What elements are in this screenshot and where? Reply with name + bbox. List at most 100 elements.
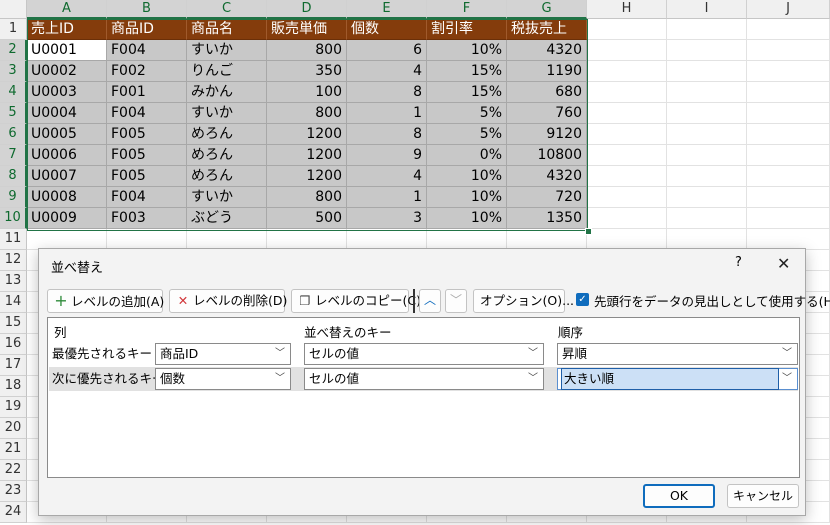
table-cell[interactable]: 15%: [427, 82, 507, 103]
row-header-2[interactable]: 2: [0, 40, 27, 61]
table-cell[interactable]: 4320: [507, 40, 587, 61]
empty-cell[interactable]: [667, 82, 747, 103]
table-cell[interactable]: 15%: [427, 61, 507, 82]
column-header-D[interactable]: D: [267, 0, 347, 19]
empty-cell[interactable]: [667, 19, 747, 40]
table-cell[interactable]: 4: [347, 166, 427, 187]
empty-cell[interactable]: [747, 145, 830, 166]
close-icon[interactable]: ✕: [777, 254, 790, 273]
row-header-24[interactable]: 24: [0, 502, 27, 523]
table-cell[interactable]: りんご: [187, 61, 267, 82]
row-header-11[interactable]: 11: [0, 229, 27, 250]
row-header-18[interactable]: 18: [0, 376, 27, 397]
column-header-E[interactable]: E: [347, 0, 427, 19]
table-cell[interactable]: U0006: [27, 145, 107, 166]
table-cell[interactable]: U0007: [27, 166, 107, 187]
table-cell[interactable]: 800: [267, 103, 347, 124]
empty-cell[interactable]: [667, 40, 747, 61]
table-cell[interactable]: 9120: [507, 124, 587, 145]
table-cell[interactable]: 350: [267, 61, 347, 82]
table-cell[interactable]: 10%: [427, 208, 507, 229]
empty-cell[interactable]: [187, 229, 267, 250]
ok-button[interactable]: OK: [643, 484, 715, 508]
table-cell[interactable]: 680: [507, 82, 587, 103]
row-header-9[interactable]: 9: [0, 187, 27, 208]
empty-cell[interactable]: [667, 124, 747, 145]
empty-cell[interactable]: [587, 166, 667, 187]
sort-key-select[interactable]: セルの値 ﹀: [304, 368, 544, 390]
empty-cell[interactable]: [587, 103, 667, 124]
empty-cell[interactable]: [747, 19, 830, 40]
table-cell[interactable]: U0003: [27, 82, 107, 103]
order-select[interactable]: 昇順 ﹀: [557, 343, 798, 365]
empty-cell[interactable]: [747, 82, 830, 103]
table-cell[interactable]: 5%: [427, 103, 507, 124]
empty-cell[interactable]: [747, 187, 830, 208]
empty-cell[interactable]: [667, 103, 747, 124]
order-select[interactable]: 大きい順 ﹀: [557, 368, 798, 390]
table-cell[interactable]: すいか: [187, 103, 267, 124]
table-cell[interactable]: めろん: [187, 166, 267, 187]
move-up-icon[interactable]: ︿: [419, 289, 441, 313]
column-select[interactable]: 個数 ﹀: [155, 368, 291, 390]
select-all-corner[interactable]: [0, 0, 27, 19]
table-cell[interactable]: 1: [347, 187, 427, 208]
empty-cell[interactable]: [667, 166, 747, 187]
table-cell[interactable]: U0002: [27, 61, 107, 82]
table-cell[interactable]: 720: [507, 187, 587, 208]
empty-cell[interactable]: [267, 229, 347, 250]
fill-handle[interactable]: [585, 228, 592, 235]
empty-cell[interactable]: [587, 145, 667, 166]
column-header-A[interactable]: A: [27, 0, 107, 19]
empty-cell[interactable]: [747, 166, 830, 187]
column-select[interactable]: 商品ID ﹀: [155, 343, 291, 365]
table-cell[interactable]: F005: [107, 124, 187, 145]
column-header-B[interactable]: B: [107, 0, 187, 19]
empty-cell[interactable]: [667, 145, 747, 166]
table-cell[interactable]: 10%: [427, 166, 507, 187]
row-header-14[interactable]: 14: [0, 292, 27, 313]
empty-cell[interactable]: [587, 19, 667, 40]
row-header-13[interactable]: 13: [0, 271, 27, 292]
row-header-15[interactable]: 15: [0, 313, 27, 334]
table-cell[interactable]: 8: [347, 124, 427, 145]
table-cell[interactable]: 10%: [427, 40, 507, 61]
table-cell[interactable]: F005: [107, 145, 187, 166]
sort-key-select[interactable]: セルの値 ﹀: [304, 343, 544, 365]
table-cell[interactable]: 9: [347, 145, 427, 166]
row-header-23[interactable]: 23: [0, 481, 27, 502]
table-cell[interactable]: 10%: [427, 187, 507, 208]
table-cell[interactable]: 1200: [267, 124, 347, 145]
table-header-cell[interactable]: 割引率: [427, 19, 507, 40]
table-cell[interactable]: U0008: [27, 187, 107, 208]
row-header-7[interactable]: 7: [0, 145, 27, 166]
row-header-22[interactable]: 22: [0, 460, 27, 481]
table-cell[interactable]: U0005: [27, 124, 107, 145]
table-cell[interactable]: すいか: [187, 187, 267, 208]
row-header-17[interactable]: 17: [0, 355, 27, 376]
table-cell[interactable]: めろん: [187, 124, 267, 145]
table-header-cell[interactable]: 税抜売上: [507, 19, 587, 40]
empty-cell[interactable]: [747, 124, 830, 145]
column-header-F[interactable]: F: [427, 0, 507, 19]
table-cell[interactable]: 0%: [427, 145, 507, 166]
table-cell[interactable]: 8: [347, 82, 427, 103]
empty-cell[interactable]: [587, 208, 667, 229]
empty-cell[interactable]: [747, 229, 830, 250]
table-cell[interactable]: 5%: [427, 124, 507, 145]
row-header-10[interactable]: 10: [0, 208, 27, 229]
options-button[interactable]: オプション(O)...: [473, 289, 574, 313]
column-header-I[interactable]: I: [667, 0, 747, 19]
row-header-3[interactable]: 3: [0, 61, 27, 82]
table-cell[interactable]: 3: [347, 208, 427, 229]
table-cell[interactable]: U0001: [27, 40, 107, 61]
empty-cell[interactable]: [587, 61, 667, 82]
delete-level-button[interactable]: ✕ レベルの削除(D): [169, 289, 287, 313]
table-cell[interactable]: ぶどう: [187, 208, 267, 229]
empty-cell[interactable]: [347, 229, 427, 250]
table-cell[interactable]: 1350: [507, 208, 587, 229]
move-down-icon[interactable]: ﹀: [445, 289, 467, 313]
table-cell[interactable]: 800: [267, 40, 347, 61]
table-cell[interactable]: 100: [267, 82, 347, 103]
table-cell[interactable]: F004: [107, 40, 187, 61]
